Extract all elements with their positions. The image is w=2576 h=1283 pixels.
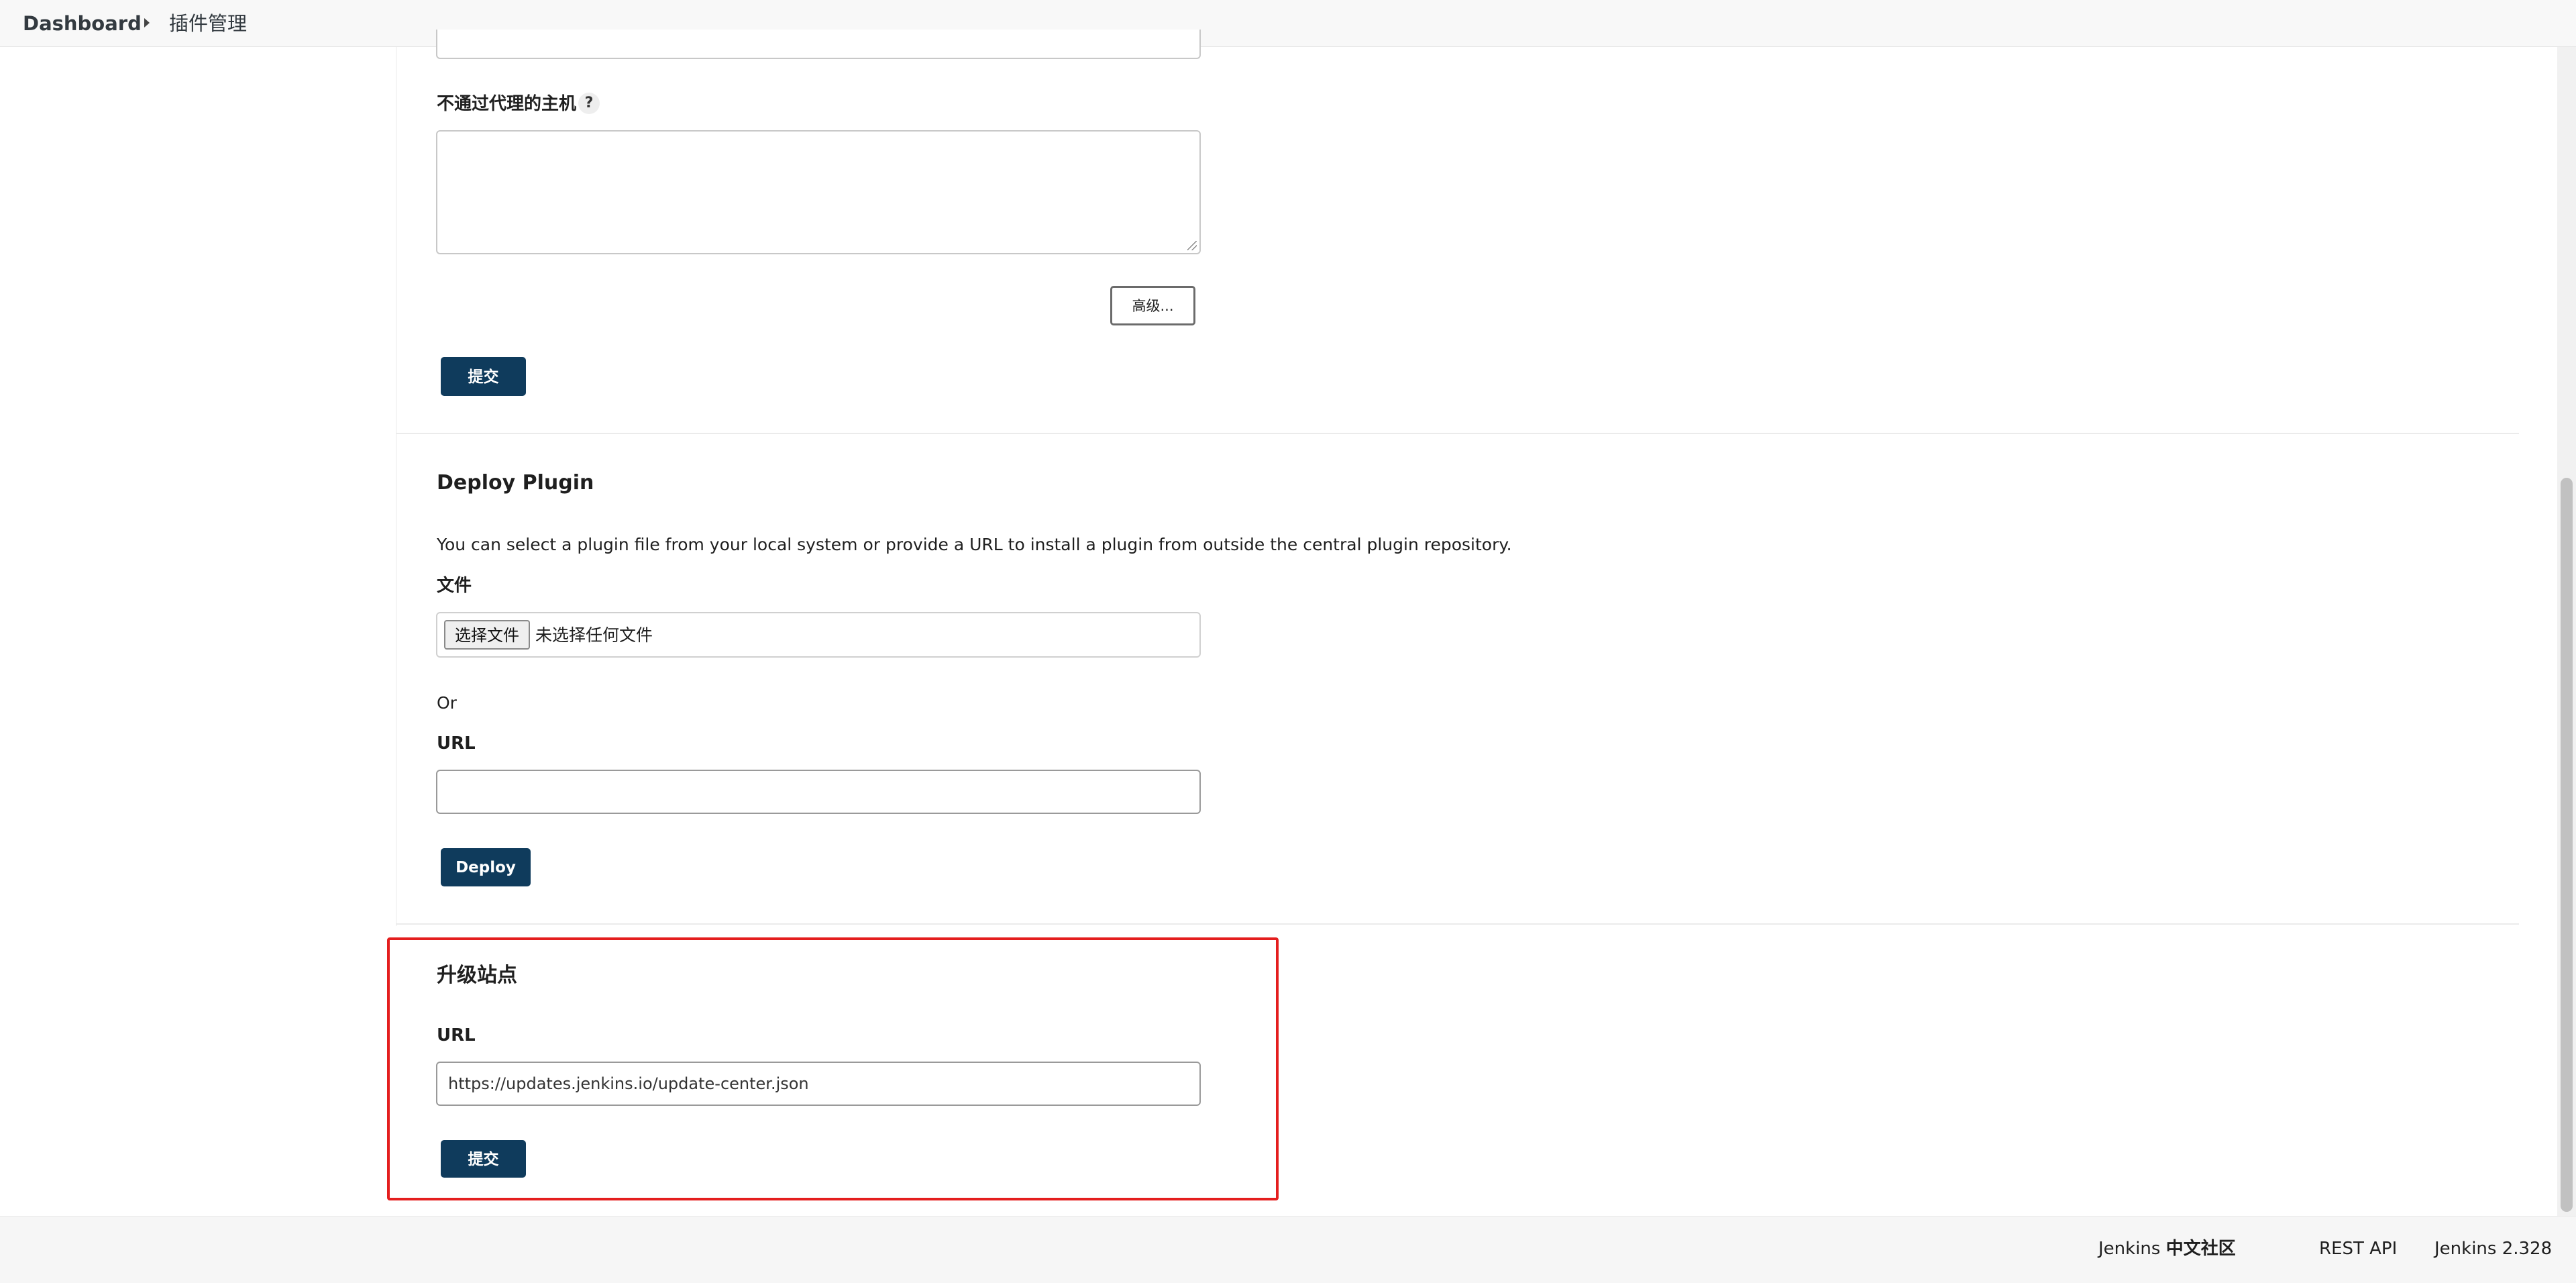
update-site-url-input[interactable]: [436, 1062, 1201, 1106]
deploy-url-label: URL: [437, 733, 476, 754]
deploy-plugin-description: You can select a plugin file from your l…: [437, 535, 1512, 554]
footer-community-link[interactable]: Jenkins 中文社区: [2098, 1238, 2236, 1260]
no-file-selected-text: 未选择任何文件: [535, 625, 653, 645]
proxy-submit-button[interactable]: 提交: [441, 357, 526, 396]
update-site-title: 升级站点: [437, 964, 517, 987]
update-site-submit-button[interactable]: 提交: [441, 1140, 526, 1178]
deploy-url-input[interactable]: [436, 770, 1201, 814]
no-proxy-hosts-label: 不通过代理的主机: [437, 94, 577, 114]
or-text: Or: [437, 693, 457, 713]
breadcrumb: Dashboard 插件管理: [0, 0, 2576, 47]
breadcrumb-dashboard-link[interactable]: Dashboard: [23, 12, 142, 35]
help-icon[interactable]: ?: [578, 93, 600, 114]
choose-file-button[interactable]: 选择文件: [444, 620, 530, 650]
update-site-url-label: URL: [437, 1025, 476, 1045]
plugin-manager-page: Dashboard 插件管理 不通过代理的主机 ? 高级... 提交 Deplo…: [0, 0, 2576, 1283]
footer-community-suffix: 中文社区: [2165, 1239, 2236, 1259]
deploy-plugin-title: Deploy Plugin: [437, 471, 594, 495]
breadcrumb-plugin-manager-link[interactable]: 插件管理: [169, 12, 247, 35]
no-proxy-hosts-textarea[interactable]: [436, 130, 1201, 254]
resize-grip-icon[interactable]: [1187, 241, 1197, 250]
section-divider: [396, 923, 2519, 925]
footer-rest-api-link[interactable]: REST API: [2319, 1238, 2397, 1260]
footer-community-prefix: Jenkins: [2098, 1239, 2166, 1259]
footer-version-link[interactable]: Jenkins 2.328: [2434, 1238, 2552, 1260]
file-upload-field[interactable]: 选择文件 未选择任何文件: [436, 612, 1201, 658]
scrollbar-thumb[interactable]: [2561, 478, 2573, 1212]
section-divider: [396, 433, 2519, 434]
advanced-button[interactable]: 高级...: [1110, 286, 1195, 325]
file-label: 文件: [437, 576, 472, 596]
breadcrumb-chevron-icon: [144, 18, 150, 28]
deploy-button[interactable]: Deploy: [441, 848, 531, 886]
proxy-field-partial[interactable]: [436, 30, 1201, 59]
footer: Jenkins 中文社区 REST API Jenkins 2.328: [0, 1216, 2576, 1283]
